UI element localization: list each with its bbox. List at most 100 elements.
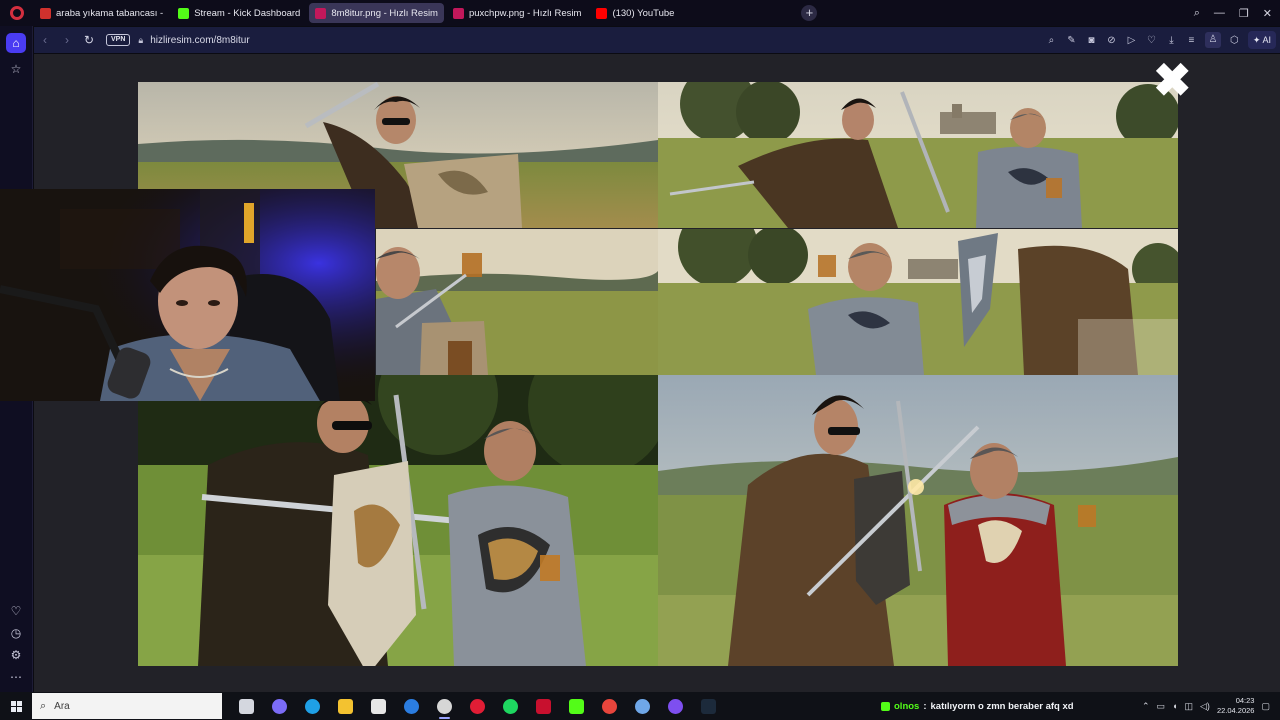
photo-middle-right [658,229,1178,375]
clock[interactable]: 04:23 22.04.2026 [1217,696,1255,716]
capcut-icon [536,698,551,714]
forward-button[interactable]: › [56,33,78,47]
opera-icon [470,698,485,714]
tab-favicon-icon [452,7,464,19]
download-icon[interactable]: ⤓ [1165,34,1178,47]
windows-icon [10,700,22,712]
reload-button[interactable]: ↻ [78,33,100,47]
taskbar-app-opera[interactable] [461,692,494,720]
chat-message: katılıyorm o zmn beraber afq xd [930,700,1074,712]
taskbar-app-copilot[interactable] [263,692,296,720]
chrome-icon [602,698,617,714]
close-window-button[interactable]: ✕ [1263,7,1272,20]
chat-username: olnos [894,700,920,712]
start-button[interactable] [0,700,32,712]
opera-menu-button[interactable] [0,0,34,26]
clock-time: 04:23 [1235,696,1255,705]
screen: araba yıkama tabancası - Stream - Kick D… [0,0,1280,720]
tab-favicon-icon [40,7,51,19]
copilot-icon [272,698,287,714]
player-icon[interactable]: ▷ [1125,34,1138,47]
lock-icon[interactable]: 🔒︎ [138,35,143,46]
terminal-icon [701,698,716,714]
more-icon[interactable]: ⋯ [6,667,26,687]
taskbar-app-terminal[interactable] [692,692,725,720]
kick-icon [569,698,584,714]
taskbar-app-settings[interactable] [626,692,659,720]
tab-title: puxchpw.png - Hızlı Resim [468,7,582,19]
window-controls: ⌕ — ❐ ✕ [1194,0,1272,26]
taskbar-search[interactable]: ⌕ Ara [32,693,222,719]
profile-icon[interactable]: ♙ [1204,32,1221,48]
heart-icon[interactable]: ♡ [1145,34,1158,47]
clock-date: 22.04.2026 [1216,706,1255,715]
menu-icon[interactable]: ≡ [1185,34,1198,47]
battery-icon[interactable]: ▭ [1157,701,1166,712]
taskbar-app-spotify[interactable] [494,692,527,720]
pinned-apps [230,692,725,720]
notification-icon[interactable]: ▢ [1261,701,1270,712]
store-icon [371,698,386,714]
tab-strip: araba yıkama tabancası - Stream - Kick D… [0,0,1280,26]
taskbar-app-mail[interactable] [395,692,428,720]
tab-title: 8m8itur.png - Hızlı Resim [331,7,438,19]
home-icon[interactable]: ⌂ [6,33,26,53]
tab-3[interactable]: 8m8itur.png - Hızlı Resim [309,3,444,23]
opera-logo-icon [10,6,24,20]
ai-sparkle-icon: ✦ [1252,35,1261,45]
tab-title: (130) YouTube [612,7,675,19]
photo-bottom-right [658,375,1178,666]
spotify-icon [503,698,518,714]
adblock-icon[interactable]: ⊘ [1105,34,1118,47]
tab-favicon-icon [596,7,608,19]
tab-4[interactable]: puxchpw.png - Hızlı Resim [447,3,587,23]
minimize-button[interactable]: — [1214,7,1225,19]
volume-icon[interactable]: ◁) [1200,701,1210,712]
history-icon[interactable]: ◷ [6,623,26,643]
extensions-icon[interactable]: ⬡ [1228,34,1241,47]
tab-search-icon[interactable]: ⌕ [1194,7,1200,20]
taskbar-app-chrome[interactable] [593,692,626,720]
chat-separator: : [923,700,927,712]
tab-title: Stream - Kick Dashboard [194,7,301,19]
tab-title: araba yıkama tabancası - [56,7,164,19]
tab-1[interactable]: araba yıkama tabancası - [34,3,169,23]
mail-icon [404,698,419,714]
microphone-icon[interactable]: ◖ [1172,701,1177,711]
taskbar-app-obs[interactable] [428,692,461,720]
tab-2[interactable]: Stream - Kick Dashboard [172,3,306,23]
zoom-icon[interactable]: ⌕ [1045,34,1058,47]
tab-5[interactable]: (130) YouTube [590,3,680,23]
photo-middle-left [376,229,658,375]
taskbar-app-capcut[interactable] [527,692,560,720]
toolbar: ⌕ ✎ ◙ ⊘ ▷ ♡ ⤓ ≡ ♙ ⬡ ✦ AI [1045,27,1276,53]
camera-icon[interactable]: ◙ [1085,34,1098,47]
discord-icon [668,698,683,714]
chevron-up-icon[interactable]: ⌃ [1142,701,1150,712]
search-icon: ⌕ [40,699,47,712]
obs-icon [437,698,452,714]
taskbar-app-edge[interactable] [296,692,329,720]
file-explorer-icon [338,698,353,714]
taskbar-app-file-explorer[interactable] [329,692,362,720]
taskbar-app-store[interactable] [362,692,395,720]
taskbar-app-discord[interactable] [659,692,692,720]
network-icon[interactable]: ◫ [1185,701,1194,712]
gear-icon[interactable]: ⚙ [6,645,26,665]
kick-badge-icon [881,701,890,711]
back-button[interactable]: ‹ [34,33,56,47]
star-icon[interactable]: ☆ [6,59,26,79]
taskbar-app-task-view[interactable] [230,692,263,720]
vpn-badge[interactable]: VPN [106,34,131,46]
edit-icon[interactable]: ✎ [1065,34,1078,47]
ai-label: AI [1262,35,1271,45]
new-tab-button[interactable]: + [801,5,818,21]
address-bar: ‹ › ↻ VPN 🔒︎ hizliresim.com/8m8itur ⌕ ✎ … [34,27,1280,53]
url-field[interactable]: hizliresim.com/8m8itur [150,35,249,46]
taskbar-app-kick[interactable] [560,692,593,720]
heart-icon[interactable]: ♡ [6,601,26,621]
edge-icon [305,698,320,714]
close-viewer-button[interactable]: ✖ [1153,57,1192,103]
aria-ai-button[interactable]: ✦ AI [1247,31,1276,49]
maximize-button[interactable]: ❐ [1239,7,1249,20]
